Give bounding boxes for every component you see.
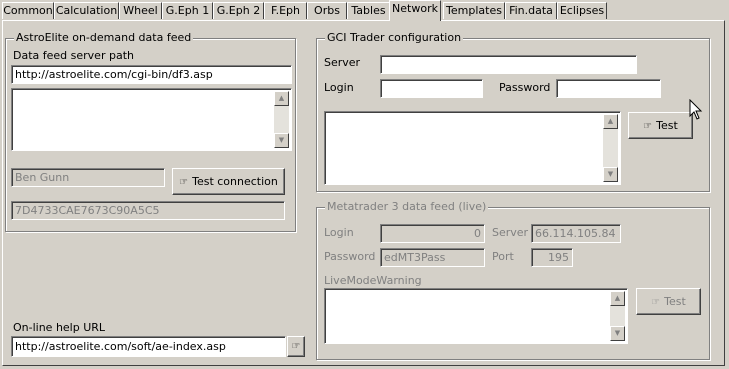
scroll-down-arrow-icon[interactable]: ▼ xyxy=(603,167,618,182)
mt3-login-input[interactable]: 0 xyxy=(380,224,485,243)
mt3-password-label: Password xyxy=(324,250,376,263)
mt3-port-label: Port xyxy=(492,250,514,263)
gci-server-input[interactable] xyxy=(380,55,637,74)
key-input[interactable]: 7D4733CAE7673C90A5C5 xyxy=(11,201,285,220)
tab-feph[interactable]: F.Eph xyxy=(264,2,307,19)
test-connection-button[interactable]: ☞ Test connection xyxy=(172,168,285,195)
tab-network[interactable]: Network xyxy=(389,0,441,21)
tab-wheel[interactable]: Wheel xyxy=(119,2,162,19)
scroll-up-arrow-icon[interactable]: ▲ xyxy=(603,114,618,129)
hand-pointer-icon: ☞ xyxy=(291,341,301,352)
mt3-server-input[interactable]: 66.114.105.84 xyxy=(531,224,621,243)
server-path-input[interactable]: http://astroelite.com/cgi-bin/df3.asp xyxy=(11,65,292,84)
help-url-go-button[interactable]: ☞ xyxy=(287,336,305,357)
hand-pointer-icon: ☞ xyxy=(179,177,189,188)
tab-common[interactable]: Common xyxy=(2,2,54,19)
help-url-input[interactable]: http://astroelite.com/soft/ae-index.asp xyxy=(11,336,286,357)
gci-memo[interactable]: ▲ ▼ xyxy=(324,111,621,185)
mt3-login-label: Login xyxy=(324,226,354,239)
tab-eclipses[interactable]: Eclipses xyxy=(557,2,607,19)
tab-findata[interactable]: Fin.data xyxy=(505,2,557,19)
user-name-input[interactable]: Ben Gunn xyxy=(11,168,165,187)
scroll-down-arrow-icon[interactable]: ▼ xyxy=(274,133,289,148)
scroll-down-arrow-icon[interactable]: ▼ xyxy=(610,326,625,341)
server-path-label: Data feed server path xyxy=(13,49,134,62)
tab-geph1[interactable]: G.Eph 1 xyxy=(162,2,213,19)
mt3-port-input[interactable]: 195 xyxy=(531,248,573,267)
astroelite-legend: AstroElite on-demand data feed xyxy=(14,31,194,44)
mt3-test-label: Test xyxy=(664,295,686,308)
mouse-cursor-icon xyxy=(689,99,703,120)
tab-strip: Common Calculation Wheel G.Eph 1 G.Eph 2… xyxy=(0,0,729,22)
mt3-warning-memo[interactable]: ▲ ▼ xyxy=(324,288,628,344)
tab-geph2[interactable]: G.Eph 2 xyxy=(213,2,264,19)
mt3-memo-scrollbar[interactable]: ▲ ▼ xyxy=(610,291,625,341)
help-url-label: On-line help URL xyxy=(13,321,106,334)
tab-tables[interactable]: Tables xyxy=(347,2,390,19)
scroll-up-arrow-icon[interactable]: ▲ xyxy=(274,91,289,106)
tab-calculation[interactable]: Calculation xyxy=(54,2,119,19)
gci-password-input[interactable] xyxy=(556,79,661,98)
tab-templates[interactable]: Templates xyxy=(443,2,505,19)
gci-legend: GCI Trader configuration xyxy=(325,31,464,44)
gci-test-label: Test xyxy=(656,119,678,132)
mt3-legend: Metatrader 3 data feed (live) xyxy=(325,200,489,213)
hand-pointer-icon: ☞ xyxy=(643,121,653,132)
test-connection-label: Test connection xyxy=(192,175,278,188)
gci-login-label: Login xyxy=(324,81,354,94)
astroelite-memo-scrollbar[interactable]: ▲ ▼ xyxy=(274,91,289,148)
gci-memo-scrollbar[interactable]: ▲ ▼ xyxy=(603,114,618,182)
mt3-server-label: Server xyxy=(492,226,529,239)
astroelite-memo[interactable]: ▲ ▼ xyxy=(11,88,292,151)
gci-password-label: Password xyxy=(499,81,551,94)
mt3-test-button[interactable]: ☞ Test xyxy=(636,288,701,315)
tab-orbs[interactable]: Orbs xyxy=(307,2,347,19)
mt3-password-input[interactable]: edMT3Pass xyxy=(380,248,485,267)
mt3-warning-label: LiveModeWarning xyxy=(324,274,422,287)
gci-test-button[interactable]: ☞ Test xyxy=(628,112,693,139)
hand-pointer-icon: ☞ xyxy=(651,297,661,308)
gci-login-input[interactable] xyxy=(380,79,483,98)
scroll-up-arrow-icon[interactable]: ▲ xyxy=(610,291,625,306)
gci-server-label: Server xyxy=(324,56,361,69)
